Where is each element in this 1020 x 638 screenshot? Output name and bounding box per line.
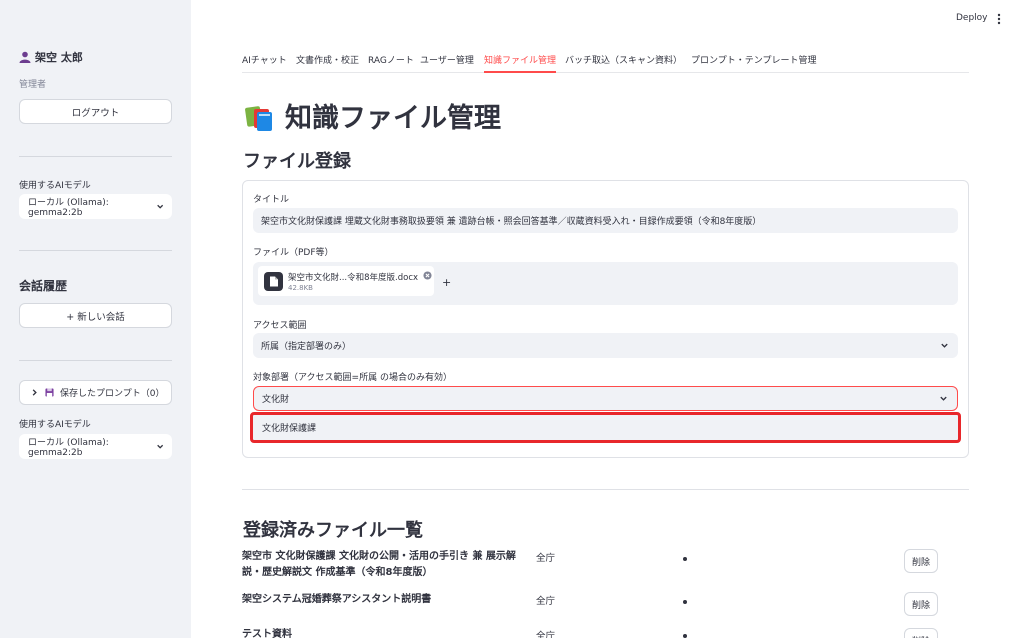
access-label: アクセス範囲 [253, 321, 307, 331]
tab-batch-import[interactable]: バッチ取込（スキャン資料） [565, 53, 682, 66]
close-icon[interactable] [423, 271, 432, 280]
history-heading: 会話履歴 [19, 279, 68, 293]
file-row-scope: 全庁 [536, 553, 556, 564]
uploaded-file-name: 架空市文化財...令和8年度版.docx [288, 273, 419, 283]
tab-user-management[interactable]: ユーザー管理 [420, 53, 474, 66]
file-label: ファイル（PDF等） [253, 248, 334, 258]
active-tab-indicator [484, 71, 556, 73]
floppy-disk-icon [45, 388, 54, 397]
file-row-bullet [683, 634, 687, 638]
new-chat-button[interactable]: + 新しい会話 [19, 303, 172, 328]
file-row-title: テスト資料 [242, 629, 292, 638]
page-title: 知識ファイル管理 [243, 96, 501, 135]
user-name: 架空 太郎 [35, 51, 83, 64]
sidebar: 架空 太郎 管理者 ログアウト 使用するAIモデル ローカル (Ollama):… [0, 0, 191, 638]
title-input[interactable]: 架空市文化財保護課 埋蔵文化財事務取扱要領 兼 遺跡台帳・照会回答基準／収蔵資料… [253, 208, 958, 233]
file-row-bullet [683, 600, 687, 604]
dept-label: 対象部署（アクセス範囲=所属 の場合のみ有効） [253, 373, 452, 383]
model-label-2: 使用するAIモデル [19, 420, 91, 430]
document-icon [264, 272, 283, 291]
chevron-down-icon [941, 343, 948, 348]
access-select[interactable]: 所属（指定部署のみ） [253, 333, 958, 358]
uploaded-file-size: 42.8KB [288, 284, 313, 292]
file-row-title: 架空システム冠婚葬祭アシスタント説明書 [242, 594, 432, 605]
logout-button[interactable]: ログアウト [19, 99, 172, 124]
file-row-bullet [683, 557, 687, 561]
section-divider [242, 489, 969, 490]
chevron-down-icon [940, 396, 947, 401]
model-select-value: ローカル (Ollama): gemma2:2b [28, 198, 109, 218]
tab-document-edit[interactable]: 文書作成・校正 [296, 53, 359, 66]
title-label: タイトル [253, 195, 290, 205]
file-row-scope: 全庁 [536, 596, 556, 607]
model-label: 使用するAIモデル [19, 181, 91, 191]
register-heading: ファイル登録 [243, 151, 351, 172]
tab-ai-chat[interactable]: AIチャット [242, 53, 287, 66]
user-info: 架空 太郎 [19, 49, 83, 65]
tab-knowledge-files[interactable]: 知識ファイル管理 [484, 53, 556, 66]
sidebar-divider [19, 360, 172, 361]
dept-dropdown-option[interactable]: 文化財保護課 [250, 412, 961, 443]
deploy-button[interactable]: Deploy [956, 13, 988, 23]
access-select-value: 所属（指定部署のみ） [261, 342, 352, 352]
file-row-scope: 全庁 [536, 631, 556, 638]
tab-rag-note[interactable]: RAGノート [368, 53, 414, 66]
tab-prompt-templates[interactable]: プロンプト・テンプレート管理 [691, 53, 816, 66]
chevron-down-icon [156, 204, 163, 209]
delete-button[interactable]: 削除 [904, 549, 938, 573]
model-select-value-2: ローカル (Ollama): gemma2:2b [28, 438, 109, 458]
model-select-2[interactable]: ローカル (Ollama): gemma2:2b [19, 434, 172, 459]
list-heading: 登録済みファイル一覧 [243, 520, 423, 541]
sidebar-divider [19, 156, 172, 157]
books-icon [245, 105, 272, 131]
dept-select-value: 文化財 [262, 395, 290, 405]
more-vertical-icon[interactable] [996, 13, 1002, 25]
user-role: 管理者 [19, 80, 47, 90]
sidebar-divider [19, 250, 172, 251]
saved-prompts-label: 保存したプロンプト（0） [60, 389, 165, 399]
chevron-down-icon [156, 444, 163, 449]
add-file-button[interactable]: + [442, 276, 451, 289]
saved-prompts-expander[interactable]: 保存したプロンプト（0） [19, 380, 172, 405]
chevron-right-icon [32, 389, 37, 396]
delete-button[interactable]: 削除 [904, 628, 938, 638]
model-select[interactable]: ローカル (Ollama): gemma2:2b [19, 194, 172, 219]
page-title-text: 知識ファイル管理 [285, 103, 501, 134]
tab-bar: AIチャット 文書作成・校正 RAGノート ユーザー管理 知識ファイル管理 バッ… [242, 47, 969, 73]
user-icon [19, 51, 31, 63]
delete-button[interactable]: 削除 [904, 592, 938, 616]
file-row-title: 架空市 文化財保護課 文化財の公開・活用の手引き 兼 展示解説・歴史解説文 作成… [242, 551, 516, 578]
dept-select[interactable]: 文化財 [253, 386, 958, 411]
